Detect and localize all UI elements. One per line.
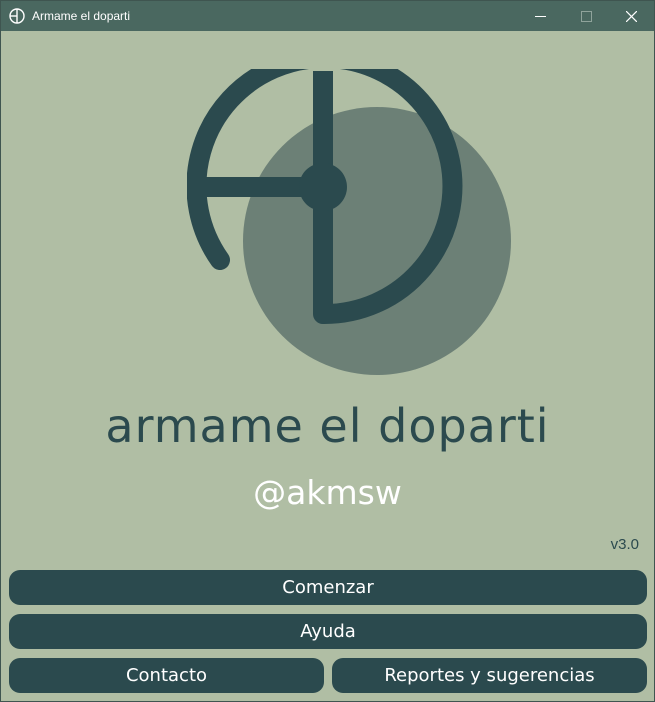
app-logo-icon	[9, 8, 25, 24]
window-title: Armame el doparti	[32, 9, 131, 23]
maximize-button[interactable]	[563, 1, 609, 31]
contact-button[interactable]: Contacto	[9, 658, 324, 693]
app-window: Armame el doparti armame el doparti @akm…	[0, 0, 655, 702]
logo-center-dot	[299, 163, 347, 211]
close-button[interactable]	[608, 1, 654, 31]
title-bar[interactable]: Armame el doparti	[1, 1, 654, 31]
maximize-icon	[581, 11, 592, 22]
ad-monogram-logo	[187, 69, 511, 375]
version-label: v3.0	[610, 536, 639, 553]
reports-button[interactable]: Reportes y sugerencias	[332, 658, 647, 693]
help-button[interactable]: Ayuda	[9, 614, 647, 649]
author-handle: @akmsw	[253, 473, 402, 512]
minimize-icon	[535, 16, 546, 17]
app-name-heading: armame el doparti	[105, 399, 550, 453]
logo-background-circle	[243, 107, 511, 375]
start-button[interactable]: Comenzar	[9, 570, 647, 605]
minimize-button[interactable]	[517, 1, 563, 31]
close-icon	[626, 11, 637, 22]
